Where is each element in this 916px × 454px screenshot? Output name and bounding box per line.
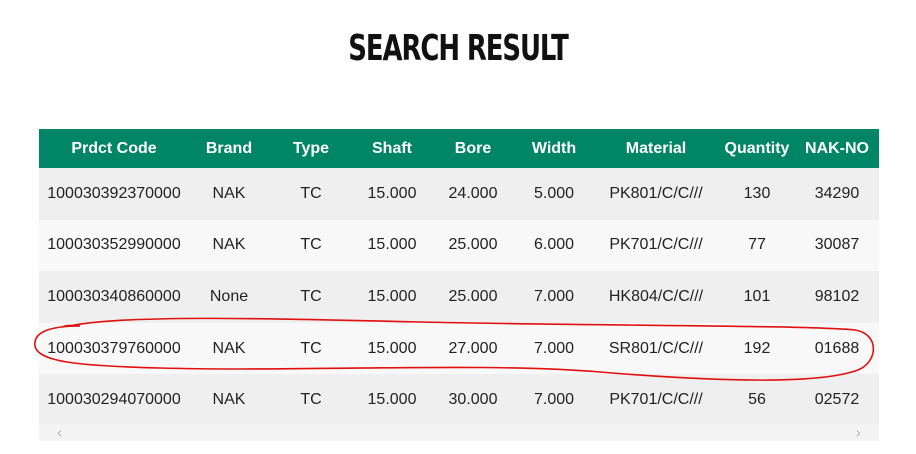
cell-brand: NAK: [189, 168, 269, 220]
table-header-row: Prdct Code Brand Type Shaft Bore Width M…: [39, 129, 879, 168]
cell-brand: NAK: [189, 374, 269, 426]
cell-quantity: 56: [719, 374, 795, 426]
cell-quantity: 192: [719, 322, 795, 375]
cell-material: SR801/C/C///: [593, 322, 719, 375]
cell-prdct-code: 100030392370000: [39, 168, 189, 220]
cell-width: 7.000: [515, 374, 593, 426]
results-table: Prdct Code Brand Type Shaft Bore Width M…: [39, 129, 879, 426]
column-header-brand[interactable]: Brand: [189, 129, 269, 168]
cell-type: TC: [269, 374, 353, 426]
table-row: 100030294070000 NAK TC 15.000 30.000 7.0…: [39, 374, 879, 426]
results-table-container: Prdct Code Brand Type Shaft Bore Width M…: [39, 129, 879, 441]
cell-shaft: 15.000: [353, 322, 431, 375]
cell-nak-no: 34290: [795, 168, 879, 220]
table-row: 100030392370000 NAK TC 15.000 24.000 5.0…: [39, 168, 879, 220]
page-title: Search Result: [348, 28, 568, 69]
cell-type: TC: [269, 271, 353, 323]
column-header-material[interactable]: Material: [593, 129, 719, 168]
cell-type: TC: [269, 322, 353, 375]
cell-bore: 24.000: [431, 168, 515, 220]
cell-brand: NAK: [189, 219, 269, 272]
column-header-prdct-code[interactable]: Prdct Code: [39, 129, 189, 168]
cell-material: HK804/C/C///: [593, 271, 719, 323]
cell-prdct-code: 100030352990000: [39, 219, 189, 272]
cell-bore: 27.000: [431, 322, 515, 375]
cell-width: 6.000: [515, 219, 593, 272]
column-header-type[interactable]: Type: [269, 129, 353, 168]
cell-shaft: 15.000: [353, 374, 431, 426]
cell-width: 7.000: [515, 322, 593, 375]
cell-width: 5.000: [515, 168, 593, 220]
column-header-width[interactable]: Width: [515, 129, 593, 168]
cell-material: PK701/C/C///: [593, 219, 719, 272]
scroll-right-icon[interactable]: ›: [850, 424, 867, 441]
cell-shaft: 15.000: [353, 168, 431, 220]
cell-quantity: 77: [719, 219, 795, 272]
column-header-shaft[interactable]: Shaft: [353, 129, 431, 168]
cell-nak-no: 30087: [795, 219, 879, 272]
cell-bore: 25.000: [431, 271, 515, 323]
cell-material: PK801/C/C///: [593, 168, 719, 220]
table-row: 100030352990000 NAK TC 15.000 25.000 6.0…: [39, 219, 879, 272]
cell-width: 7.000: [515, 271, 593, 323]
cell-prdct-code: 100030340860000: [39, 271, 189, 323]
cell-bore: 30.000: [431, 374, 515, 426]
scroll-left-icon[interactable]: ‹: [51, 424, 68, 441]
column-header-nak-no[interactable]: NAK-NO: [795, 129, 879, 168]
table-row-highlighted: 100030379760000 NAK TC 15.000 27.000 7.0…: [39, 322, 879, 375]
cell-quantity: 101: [719, 271, 795, 323]
cell-type: TC: [269, 168, 353, 220]
cell-shaft: 15.000: [353, 271, 431, 323]
page: Search Result Prdct Code Brand Type Shaf…: [0, 0, 916, 454]
cell-shaft: 15.000: [353, 219, 431, 272]
cell-brand: None: [189, 271, 269, 323]
column-header-quantity[interactable]: Quantity: [719, 129, 795, 168]
cell-quantity: 130: [719, 168, 795, 220]
cell-brand: NAK: [189, 322, 269, 375]
cell-nak-no: 01688: [795, 322, 879, 375]
table-row: 100030340860000 None TC 15.000 25.000 7.…: [39, 271, 879, 323]
cell-material: PK701/C/C///: [593, 374, 719, 426]
horizontal-scrollbar[interactable]: ‹ ›: [39, 424, 879, 441]
cell-bore: 25.000: [431, 219, 515, 272]
cell-prdct-code: 100030379760000: [39, 322, 189, 375]
cell-nak-no: 98102: [795, 271, 879, 323]
column-header-bore[interactable]: Bore: [431, 129, 515, 168]
cell-type: TC: [269, 219, 353, 272]
cell-nak-no: 02572: [795, 374, 879, 426]
cell-prdct-code: 100030294070000: [39, 374, 189, 426]
